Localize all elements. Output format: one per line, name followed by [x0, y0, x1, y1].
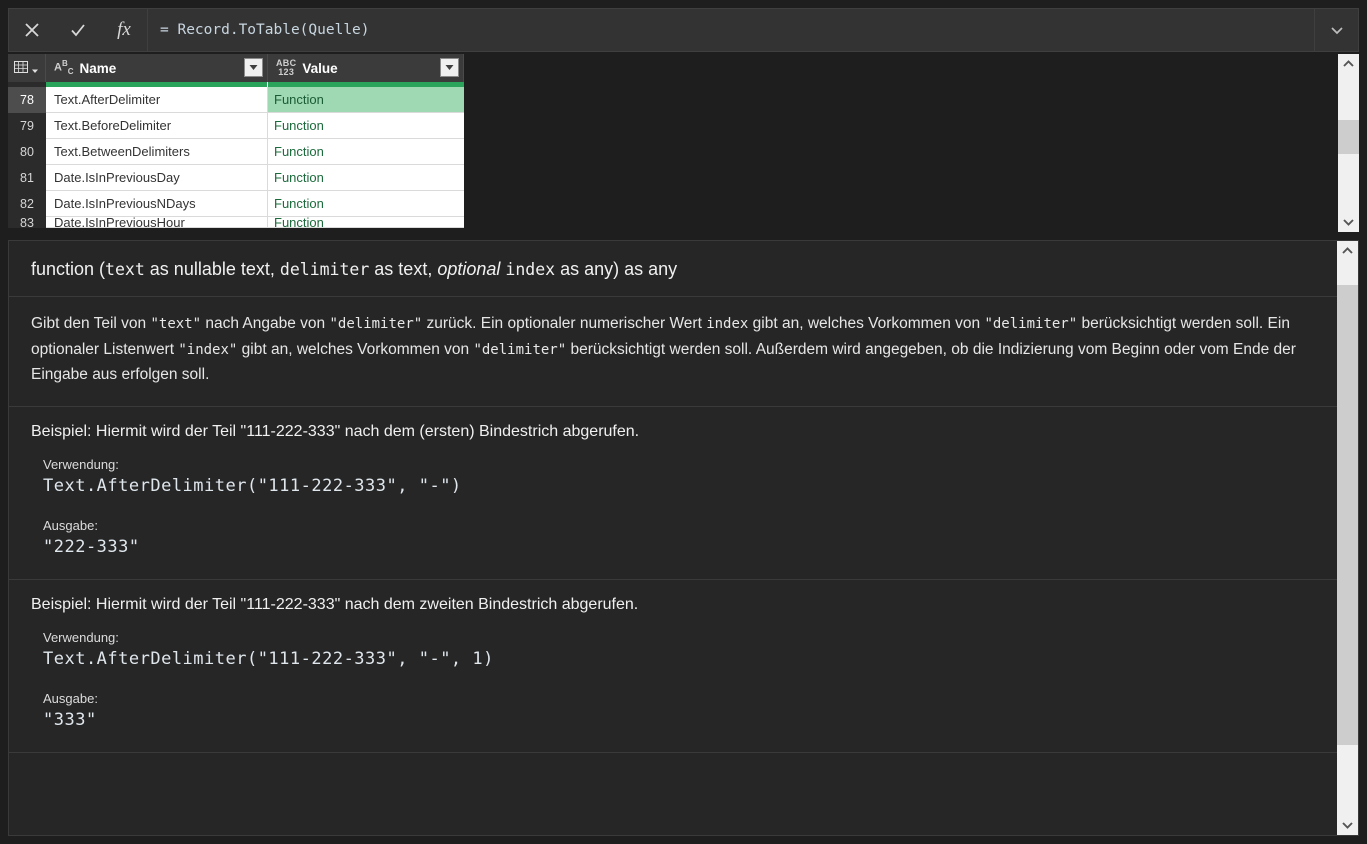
- chevron-up-icon[interactable]: [1337, 241, 1358, 261]
- cell-name[interactable]: Text.AfterDelimiter: [46, 87, 268, 113]
- param-text-name: text: [105, 260, 145, 279]
- column-header-value-label: Value: [302, 60, 338, 76]
- function-documentation-pane: function (text as nullable text, delimit…: [8, 240, 1359, 836]
- table-row[interactable]: 83 Date.IsInPreviousHour Function: [8, 217, 464, 228]
- data-grid: ABC Name ABC 123 Value 78 Text.AfterDeli…: [8, 54, 1359, 232]
- param-optional-keyword: optional: [437, 259, 501, 279]
- cell-value[interactable]: Function: [268, 139, 464, 165]
- row-index: 81: [8, 165, 46, 191]
- scrollbar-track[interactable]: [1337, 261, 1358, 815]
- table-row[interactable]: 81 Date.IsInPreviousDay Function: [8, 165, 464, 191]
- desc-code-2: "delimiter": [329, 316, 423, 332]
- chevron-up-icon[interactable]: [1338, 54, 1359, 74]
- desc-text-3: zurück. Ein optionaler numerischer Wert: [422, 315, 707, 332]
- formula-input[interactable]: = Record.ToTable(Quelle): [148, 8, 1315, 52]
- table-row[interactable]: 79 Text.BeforeDelimiter Function: [8, 113, 464, 139]
- desc-code-6: "delimiter": [473, 341, 567, 358]
- function-signature: function (text as nullable text, delimit…: [9, 241, 1337, 297]
- any-type-icon: ABC 123: [276, 58, 297, 77]
- row-index: 80: [8, 139, 46, 165]
- cell-name[interactable]: Text.BetweenDelimiters: [46, 139, 268, 165]
- column-header-value[interactable]: ABC 123 Value: [268, 54, 464, 82]
- chevron-down-icon[interactable]: [1337, 815, 1358, 835]
- cell-value[interactable]: Function: [268, 113, 464, 139]
- param-text-type: as nullable text,: [144, 259, 280, 279]
- filter-dropdown-name[interactable]: [244, 58, 263, 77]
- scrollbar-thumb[interactable]: [1337, 285, 1358, 745]
- desc-code-5: "index": [178, 341, 238, 358]
- row-index: 83: [8, 217, 46, 228]
- desc-code-3: index: [706, 316, 749, 332]
- filter-dropdown-value[interactable]: [440, 58, 459, 77]
- table-row[interactable]: 82 Date.IsInPreviousNDays Function: [8, 191, 464, 217]
- table-row[interactable]: 80 Text.BetweenDelimiters Function: [8, 139, 464, 165]
- desc-text-1: Gibt den Teil von: [31, 315, 151, 332]
- chevron-down-icon[interactable]: [1315, 8, 1359, 52]
- cell-name[interactable]: Date.IsInPreviousDay: [46, 165, 268, 191]
- example-output-code: "222-333": [43, 536, 140, 557]
- example-output-label: Ausgabe:: [43, 517, 98, 533]
- documentation-vertical-scrollbar[interactable]: [1337, 241, 1358, 835]
- cell-value[interactable]: Function: [268, 87, 464, 113]
- table-icon[interactable]: [8, 54, 46, 82]
- abc-text-type-icon: ABC: [54, 59, 74, 76]
- cell-name[interactable]: Date.IsInPreviousNDays: [46, 191, 268, 217]
- power-query-editor: fx = Record.ToTable(Quelle) ABC Name ABC…: [0, 0, 1367, 844]
- fx-icon[interactable]: fx: [101, 9, 147, 51]
- row-index: 82: [8, 191, 46, 217]
- column-header-name[interactable]: ABC Name: [46, 54, 268, 82]
- example-title: Beispiel: Hiermit wird der Teil "111-222…: [31, 422, 640, 440]
- row-index: 78: [8, 87, 46, 113]
- desc-text-6: gibt an, welches Vorkommen von: [237, 340, 474, 358]
- example-usage-label: Verwendung:: [43, 629, 119, 645]
- scrollbar-thumb[interactable]: [1338, 120, 1359, 154]
- cell-name[interactable]: Date.IsInPreviousHour: [46, 217, 268, 228]
- cell-value[interactable]: Function: [268, 217, 464, 228]
- signature-keyword: function (: [31, 259, 106, 279]
- desc-text-4: gibt an, welches Vorkommen von: [748, 315, 985, 332]
- desc-code-1: "text": [150, 316, 202, 332]
- function-description: Gibt den Teil von "text" nach Angabe von…: [9, 297, 1337, 407]
- param-delimiter-type: as text,: [369, 259, 438, 279]
- example-usage-code: Text.AfterDelimiter("111-222-333", "-", …: [43, 648, 494, 669]
- documentation-content: function (text as nullable text, delimit…: [9, 241, 1337, 835]
- param-index-name: index: [505, 260, 556, 279]
- example-usage-code: Text.AfterDelimiter("111-222-333", "-"): [43, 475, 462, 496]
- formula-bar: fx = Record.ToTable(Quelle): [8, 8, 1359, 52]
- check-icon[interactable]: [55, 9, 101, 51]
- column-header-name-label: Name: [79, 60, 117, 76]
- example-output-label: Ausgabe:: [43, 690, 98, 706]
- grid-header-row: ABC Name ABC 123 Value: [8, 54, 464, 82]
- fx-label: fx: [117, 19, 131, 40]
- example-title: Beispiel: Hiermit wird der Teil "111-222…: [31, 595, 639, 613]
- cell-value[interactable]: Function: [268, 191, 464, 217]
- table-row[interactable]: 78 Text.AfterDelimiter Function: [8, 87, 464, 113]
- example-block: Beispiel: Hiermit wird der Teil "111-222…: [9, 407, 1337, 580]
- desc-code-4: "delimiter": [984, 316, 1078, 332]
- grid-table: ABC Name ABC 123 Value 78 Text.AfterDeli…: [8, 54, 464, 228]
- signature-return-type: as any) as any: [555, 259, 678, 279]
- example-block: Beispiel: Hiermit wird der Teil "111-222…: [9, 580, 1337, 753]
- chevron-down-icon[interactable]: [1338, 212, 1359, 232]
- formula-bar-buttons: fx: [8, 8, 148, 52]
- row-index: 79: [8, 113, 46, 139]
- cell-name[interactable]: Text.BeforeDelimiter: [46, 113, 268, 139]
- example-output-code: "333": [43, 709, 97, 730]
- scrollbar-track[interactable]: [1338, 74, 1359, 212]
- cell-value[interactable]: Function: [268, 165, 464, 191]
- cancel-icon[interactable]: [9, 9, 55, 51]
- desc-text-2: nach Angabe von: [201, 315, 330, 332]
- grid-vertical-scrollbar[interactable]: [1338, 54, 1359, 232]
- example-usage-label: Verwendung:: [43, 456, 119, 472]
- param-delimiter-name: delimiter: [279, 260, 370, 279]
